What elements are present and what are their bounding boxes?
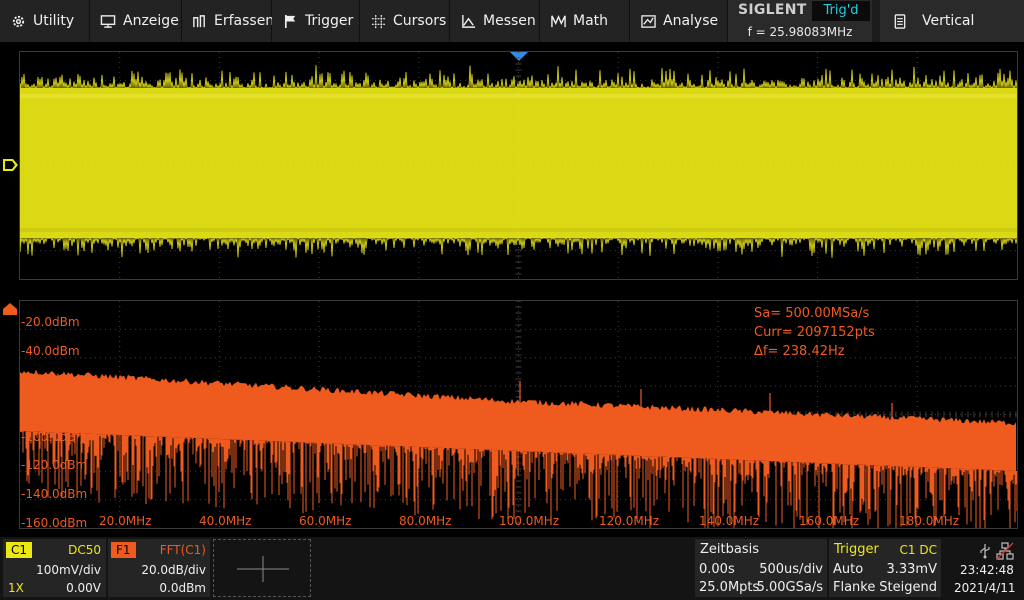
menu-cursors[interactable]: Cursors [360, 0, 450, 42]
f1-panel[interactable]: F1 FFT(C1) 20.0dB/div 0.0dBm [108, 539, 210, 597]
bottom-status-bar: C1 DC50 100mV/div 1X 0.00V F1 FFT(C1) 20… [0, 537, 1024, 600]
fft-y-label: -100.0dBm [21, 430, 88, 444]
fft-x-label: 120.0MHz [599, 514, 660, 528]
fft-offset-marker[interactable] [2, 302, 18, 316]
timebase-delay: 0.00s [699, 562, 735, 577]
trigger-mode: Auto [833, 562, 864, 577]
frequency-counter: f = 25.98083MHz [747, 25, 853, 39]
trigger-title: Trigger [834, 542, 879, 557]
ch1-waveform-area[interactable] [19, 51, 1018, 280]
menu-anzeige-label: Anzeige [123, 13, 179, 29]
document-icon [894, 13, 906, 29]
fft-x-label: 60.0MHz [299, 514, 352, 528]
f1-scale: 20.0dB/div [141, 563, 206, 577]
menu-trigger-label: Trigger [305, 13, 354, 29]
brand-status-box: SIGLENT Trig'd f = 25.98083MHz [728, 0, 872, 42]
fft-x-label: 80.0MHz [399, 514, 452, 528]
vertical-button[interactable]: Vertical [880, 0, 1024, 42]
trigger-panel[interactable]: Trigger C1 DC Auto 3.33mV Flanke Steigen… [829, 539, 941, 597]
menu-erfassen-label: Erfassen [214, 13, 275, 29]
menu-math-label: Math [573, 13, 609, 29]
flag-icon [282, 13, 298, 29]
usb-icon [980, 544, 990, 559]
clock-date: 2021/4/11 [954, 581, 1016, 595]
ch1-offset-marker[interactable] [3, 158, 19, 172]
c1-scale: 100mV/div [36, 563, 101, 577]
fft-y-label: -160.0dBm [21, 516, 88, 530]
trigger-type: Flanke [833, 580, 876, 595]
fft-x-label: 20.0MHz [99, 514, 152, 528]
menu-messen-label: Messen [483, 13, 536, 29]
analyse-icon [640, 13, 656, 29]
timebase-panel[interactable]: Zeitbasis 0.00s 500us/div 25.0Mpts 5.00G… [695, 539, 827, 597]
menu-messen[interactable]: Messen [450, 0, 540, 42]
vertical-label: Vertical [922, 13, 975, 29]
fft-x-label: 160.0MHz [799, 514, 860, 528]
fft-x-label: 40.0MHz [199, 514, 252, 528]
trigger-status: Trig'd [812, 1, 870, 21]
menu-erfassen[interactable]: Erfassen [182, 0, 275, 42]
gear-icon [10, 13, 26, 29]
menu-trigger[interactable]: Trigger [272, 0, 360, 42]
fft-resolution: Δf= 238.42Hz [754, 344, 845, 359]
network-icon [996, 542, 1014, 560]
trigger-slope: Steigend [879, 580, 937, 595]
ch1-waveform-svg [20, 52, 1017, 278]
brand-logo: SIGLENT [738, 2, 807, 18]
crosshair-icon [370, 13, 386, 29]
trigger-level: 3.33mV [886, 562, 937, 577]
menu-cursors-label: Cursors [393, 13, 447, 29]
fft-y-label: -80.0dBm [21, 401, 80, 415]
fft-y-label: -20.0dBm [21, 315, 80, 329]
f1-tag: F1 [111, 542, 136, 558]
timebase-title: Zeitbasis [700, 542, 759, 557]
top-menu-bar: Utility Anzeige Erfassen Trigger Cursors… [0, 0, 1024, 42]
timebase-memory: 25.0Mpts [699, 580, 760, 595]
fft-y-label: -140.0dBm [21, 487, 88, 501]
f1-offset: 0.0dBm [159, 581, 206, 595]
trigger-source: C1 DC [899, 543, 937, 557]
c1-panel[interactable]: C1 DC50 100mV/div 1X 0.00V [3, 539, 106, 597]
menu-utility-label: Utility [33, 13, 75, 29]
timebase-sample-rate: 5.00GSa/s [756, 580, 823, 595]
fft-points: Curr= 2097152pts [754, 325, 875, 340]
add-function-button[interactable] [213, 539, 311, 597]
measure-icon [460, 13, 476, 29]
timebase-scale: 500us/div [759, 562, 823, 577]
fft-x-label: 140.0MHz [699, 514, 760, 528]
clock-panel: 23:42:48 2021/4/11 [944, 539, 1024, 597]
menu-analyse[interactable]: Analyse [630, 0, 728, 42]
fft-sample-rate: Sa= 500.00MSa/s [754, 306, 870, 321]
menu-math[interactable]: Math [540, 0, 630, 42]
fft-y-label: -60.0dBm [21, 372, 80, 386]
fft-x-label: 100.0MHz [499, 514, 560, 528]
menu-analyse-label: Analyse [663, 13, 719, 29]
fft-y-label: -120.0dBm [21, 458, 88, 472]
c1-probe: 1X [8, 581, 24, 595]
fft-trace [20, 369, 1017, 528]
menu-utility[interactable]: Utility [0, 0, 90, 42]
fft-x-label: 180.0MHz [899, 514, 960, 528]
c1-coupling: DC50 [68, 543, 101, 557]
menu-anzeige[interactable]: Anzeige [90, 0, 182, 42]
c1-offset: 0.00V [66, 581, 101, 595]
c1-tag: C1 [6, 542, 33, 558]
acquire-icon [192, 13, 207, 29]
fft-y-label: -40.0dBm [21, 344, 80, 358]
clock-time: 23:42:48 [960, 563, 1014, 577]
monitor-icon [100, 13, 116, 29]
f1-source: FFT(C1) [159, 543, 206, 557]
math-icon [550, 13, 566, 29]
ch1-trace [20, 65, 1017, 258]
plus-icon [237, 556, 289, 582]
